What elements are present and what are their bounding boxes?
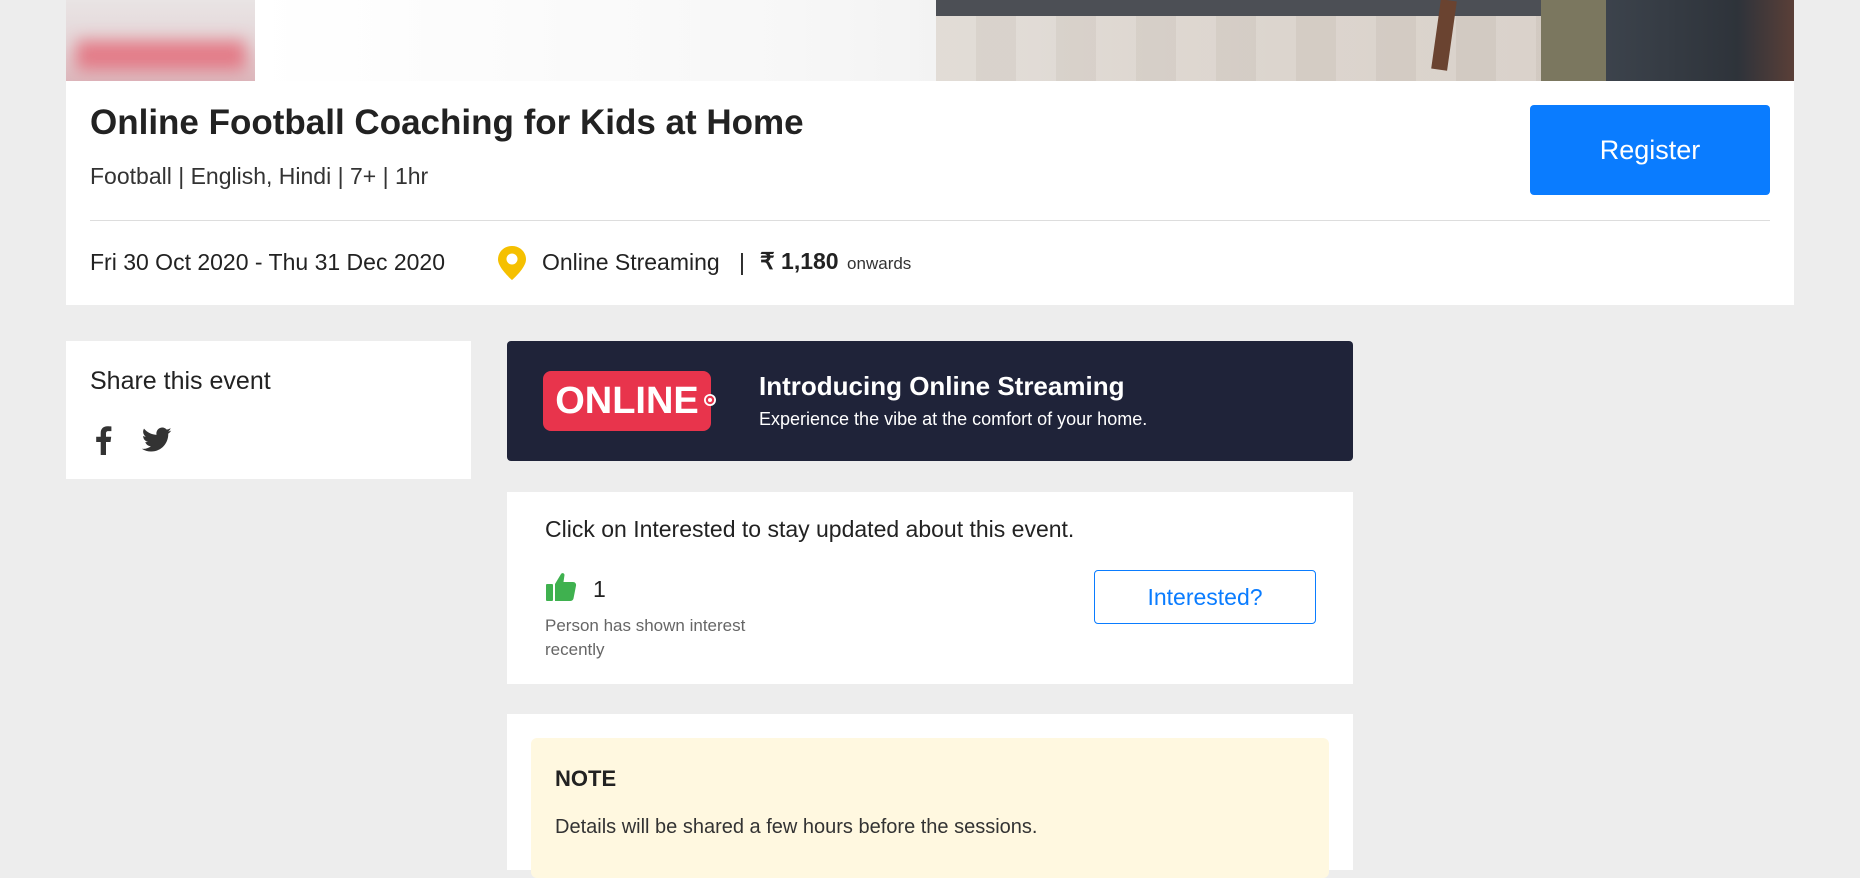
price-suffix: onwards <box>847 254 912 273</box>
online-banner-heading: Introducing Online Streaming <box>759 371 1125 401</box>
divider <box>90 220 1770 221</box>
live-dot-icon <box>704 394 716 406</box>
banner-thumbnail-right[interactable] <box>1606 0 1794 81</box>
banner-thumbnail-left[interactable] <box>66 0 255 81</box>
online-streaming-banner: ONLINE Introducing Online Streaming Expe… <box>507 341 1353 461</box>
interest-card: Click on Interested to stay updated abou… <box>507 492 1353 684</box>
share-title: Share this event <box>90 367 271 395</box>
interest-prompt: Click on Interested to stay updated abou… <box>545 516 1075 542</box>
interested-button[interactable]: Interested? <box>1094 570 1316 624</box>
note-card: NOTE Details will be shared a few hours … <box>507 714 1353 878</box>
event-header-card: Online Football Coaching for Kids at Hom… <box>66 81 1794 305</box>
online-badge: ONLINE <box>543 371 711 431</box>
location-pin-icon <box>498 246 526 280</box>
note-box: NOTE Details will be shared a few hours … <box>531 738 1329 878</box>
event-price: ₹ 1,180 onwards <box>760 248 911 275</box>
interest-count: 1 <box>593 576 606 602</box>
event-venue[interactable]: Online Streaming <box>542 249 720 276</box>
note-title: NOTE <box>555 766 617 791</box>
separator: | <box>739 249 745 275</box>
price-value: ₹ 1,180 <box>760 248 839 274</box>
event-date-range: Fri 30 Oct 2020 - Thu 31 Dec 2020 <box>90 249 445 275</box>
event-title: Online Football Coaching for Kids at Hom… <box>90 103 804 142</box>
note-text: Details will be shared a few hours befor… <box>555 816 1038 838</box>
share-card: Share this event <box>66 341 471 479</box>
facebook-icon[interactable] <box>90 425 116 455</box>
thumbs-up-icon <box>546 573 577 601</box>
online-banner-subheading: Experience the vibe at the comfort of yo… <box>759 409 1148 429</box>
event-meta: Football | English, Hindi | 7+ | 1hr <box>90 163 429 189</box>
interest-caption: Person has shown interest recently <box>545 616 746 659</box>
event-banner-image <box>66 0 1794 81</box>
register-button[interactable]: Register <box>1530 105 1770 195</box>
twitter-icon[interactable] <box>142 427 172 453</box>
